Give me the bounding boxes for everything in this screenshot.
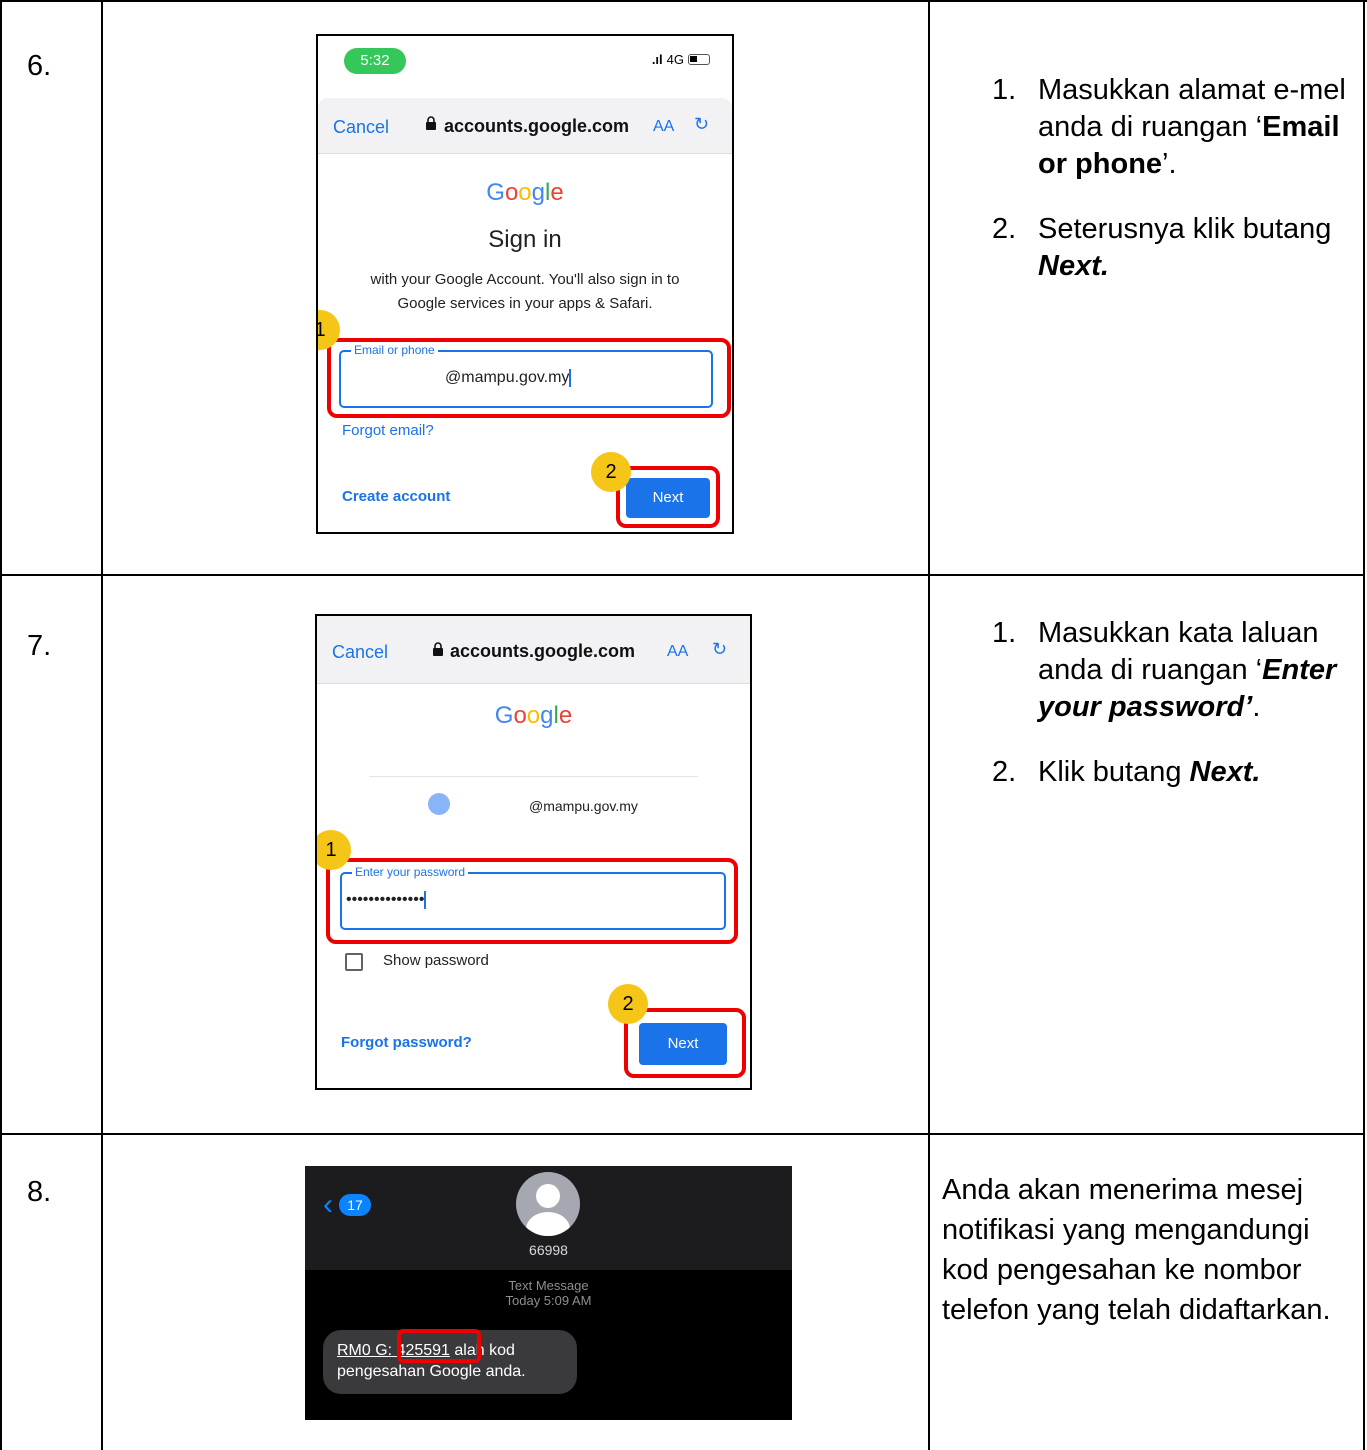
- step-badge-2: 2: [608, 984, 648, 1024]
- status-time: 5:32: [344, 48, 406, 74]
- code-highlight: [397, 1329, 481, 1363]
- show-password-checkbox[interactable]: [345, 953, 363, 971]
- password-highlight: [326, 858, 738, 944]
- instruction-item: 1. Masukkan kata laluan anda di ruangan …: [992, 617, 1337, 723]
- signal-bars-icon: .ıl: [651, 52, 663, 67]
- sms-screenshot: ‹ 17 66998 Text Message Today 5:09 AM RM…: [305, 1166, 792, 1420]
- table-border-top: [0, 0, 1367, 2]
- cancel-button[interactable]: Cancel: [333, 117, 389, 138]
- avatar-body: [526, 1212, 570, 1236]
- password-screenshot: Cancel accounts.google.com AA ↻ Google @…: [315, 614, 752, 1090]
- lock-icon: [425, 116, 437, 134]
- account-avatar: [428, 793, 450, 815]
- step-7-instructions: 1. Masukkan kata laluan anda di ruangan …: [992, 615, 1347, 819]
- network-type: 4G: [666, 52, 684, 67]
- divider: [369, 776, 698, 777]
- google-logo: Google: [494, 702, 573, 729]
- signal-indicator: .ıl 4G: [652, 52, 710, 67]
- url-host[interactable]: accounts.google.com: [444, 116, 629, 137]
- cancel-button[interactable]: Cancel: [332, 642, 388, 663]
- email-highlight: [327, 338, 731, 418]
- table-border-left: [0, 0, 2, 1450]
- text-size-button[interactable]: AA: [653, 118, 674, 136]
- url-host[interactable]: accounts.google.com: [450, 641, 635, 662]
- step-6-instructions: 1. Masukkan alamat e-mel anda di ruangan…: [992, 72, 1347, 313]
- steps-table: 6. 5:32 .ıl 4G Cancel accounts.google.co…: [0, 0, 1367, 1450]
- safari-url-bar: Cancel accounts.google.com AA ↻: [317, 616, 750, 684]
- step-number: 7.: [27, 630, 52, 662]
- column-divider-1: [101, 0, 103, 1450]
- show-password-label: Show password: [383, 952, 489, 969]
- lock-icon: [432, 642, 444, 662]
- status-bar: 5:32 .ıl 4G: [318, 36, 732, 96]
- step-8-description: Anda akan menerima mesej notifikasi yang…: [942, 1174, 1331, 1326]
- message-meta: Text Message Today 5:09 AM: [305, 1278, 792, 1308]
- forgot-password-link[interactable]: Forgot password?: [341, 1034, 472, 1051]
- subtitle-line-2: Google services in your apps & Safari.: [397, 295, 653, 312]
- message-time: Today 5:09 AM: [505, 1293, 592, 1308]
- page-title: Sign in: [488, 226, 562, 253]
- forgot-email-link[interactable]: Forgot email?: [342, 422, 434, 439]
- create-account-link[interactable]: Create account: [342, 488, 450, 505]
- step-number: 8.: [27, 1176, 52, 1208]
- row-divider-1: [0, 574, 1365, 576]
- text-size-button[interactable]: AA: [667, 643, 688, 661]
- message-type: Text Message: [508, 1278, 589, 1293]
- avatar-head: [536, 1184, 560, 1208]
- subtitle-line-1: with your Google Account. You'll also si…: [370, 271, 680, 288]
- google-logo: Google: [486, 179, 564, 206]
- safari-url-bar: Cancel accounts.google.com AA ↻: [318, 98, 732, 154]
- battery-icon: [688, 54, 710, 65]
- row-divider-2: [0, 1133, 1365, 1135]
- step-number: 6.: [27, 50, 52, 82]
- instruction-item: 2. Seterusnya klik butang Next.: [992, 213, 1332, 282]
- next-highlight: [616, 466, 720, 528]
- instruction-item: 2. Klik butang Next.: [992, 756, 1261, 788]
- reload-icon[interactable]: ↻: [712, 639, 727, 660]
- unread-count-badge: 17: [339, 1194, 371, 1216]
- column-divider-2: [928, 0, 930, 1450]
- contact-avatar: [516, 1172, 580, 1236]
- next-highlight: [624, 1008, 746, 1078]
- instruction-item: 1. Masukkan alamat e-mel anda di ruangan…: [992, 74, 1346, 180]
- back-chevron-icon[interactable]: ‹: [323, 1190, 333, 1220]
- messages-header: ‹ 17 66998: [305, 1166, 792, 1270]
- message-line-2: pengesahan Google anda.: [337, 1363, 526, 1380]
- table-border-right: [1363, 0, 1365, 1450]
- email-signin-screenshot: 5:32 .ıl 4G Cancel accounts.google.com A…: [316, 34, 734, 534]
- step-badge-2: 2: [591, 452, 631, 492]
- reload-icon[interactable]: ↻: [694, 114, 709, 135]
- sender-number[interactable]: 66998: [305, 1242, 792, 1258]
- account-email: @mampu.gov.my: [529, 798, 638, 814]
